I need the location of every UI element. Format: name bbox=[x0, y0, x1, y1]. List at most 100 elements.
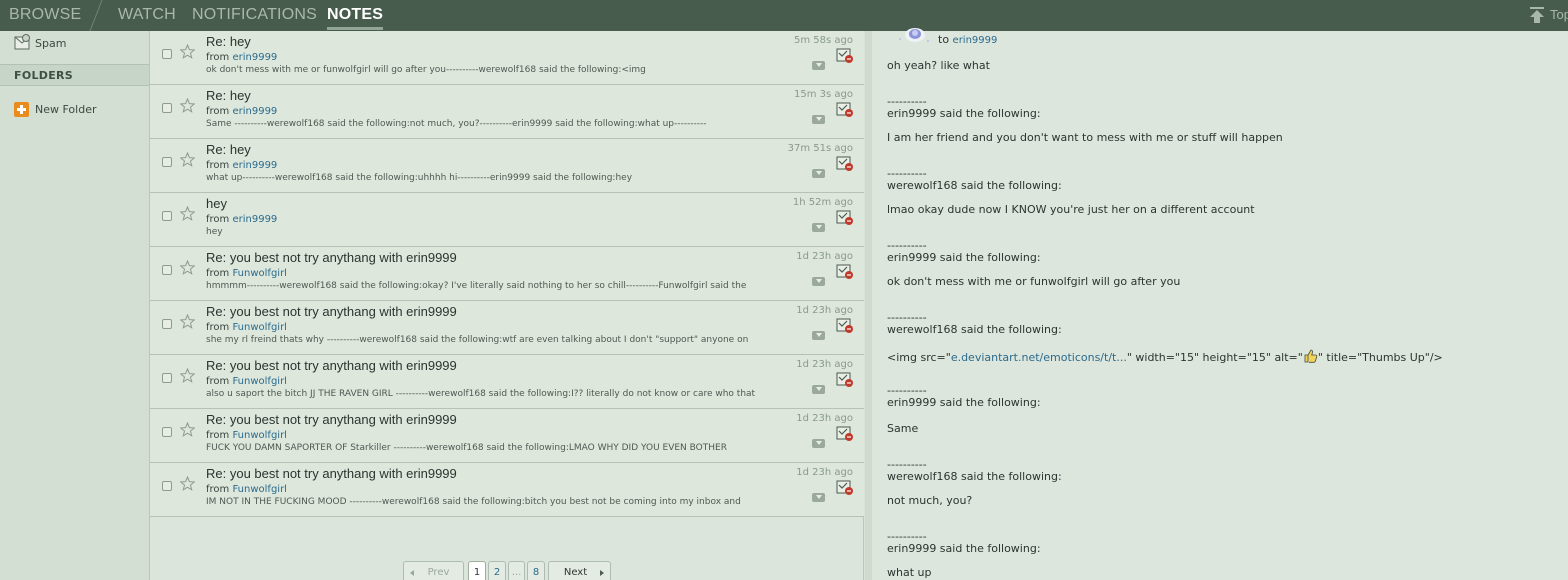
sender-link[interactable]: Funwolfgirl bbox=[232, 430, 287, 441]
message-row[interactable]: Re: hey from erin9999 ok don't mess with m… bbox=[150, 31, 864, 85]
message-subject[interactable]: Re: you best not try anythang with erin9… bbox=[206, 304, 457, 319]
arrow-up-icon bbox=[1530, 7, 1544, 23]
star-icon[interactable] bbox=[179, 259, 196, 275]
sender-link[interactable]: erin9999 bbox=[232, 160, 277, 171]
select-checkbox[interactable] bbox=[162, 49, 172, 59]
mark-read-icon[interactable] bbox=[836, 317, 854, 334]
message-sender: from Funwolfgirl bbox=[206, 322, 287, 333]
message-row[interactable]: Re: you best not try anythang with erin9… bbox=[150, 247, 864, 301]
sender-link[interactable]: Funwolfgirl bbox=[232, 268, 287, 279]
sidebar-item-label: Spam bbox=[35, 37, 67, 50]
download-icon[interactable] bbox=[812, 115, 825, 124]
plus-icon bbox=[14, 102, 29, 117]
message-subject[interactable]: Re: hey bbox=[206, 88, 251, 103]
download-icon[interactable] bbox=[812, 223, 825, 232]
star-icon[interactable] bbox=[179, 151, 196, 167]
star-icon[interactable] bbox=[179, 313, 196, 329]
from-label: from bbox=[206, 322, 230, 333]
note-line: what up bbox=[887, 566, 932, 579]
star-icon[interactable] bbox=[179, 475, 196, 491]
from-label: from bbox=[206, 268, 230, 279]
star-icon[interactable] bbox=[179, 421, 196, 437]
chevron-left-icon bbox=[410, 570, 414, 576]
mark-read-icon[interactable] bbox=[836, 47, 854, 64]
note-line: not much, you? bbox=[887, 494, 973, 507]
note-view-pane: to erin9999 oh yeah? like what ----------… bbox=[865, 28, 1568, 580]
message-row[interactable]: Re: you best not try anythang with erin9… bbox=[150, 355, 864, 409]
message-subject[interactable]: Re: hey bbox=[206, 34, 251, 49]
select-checkbox[interactable] bbox=[162, 265, 172, 275]
note-line: erin9999 said the following: bbox=[887, 542, 1041, 555]
message-row[interactable]: hey from erin9999 hey 1h 52m ago bbox=[150, 193, 864, 247]
select-checkbox[interactable] bbox=[162, 373, 172, 383]
note-recipient: to erin9999 bbox=[938, 33, 997, 46]
message-subject[interactable]: Re: hey bbox=[206, 142, 251, 157]
chevron-right-icon bbox=[600, 570, 604, 576]
emoticon-link[interactable]: e.deviantart.net/emoticons/t/t... bbox=[951, 351, 1127, 364]
next-page-button[interactable]: Next bbox=[548, 561, 611, 580]
message-row[interactable]: Re: you best not try anythang with erin9… bbox=[150, 301, 864, 355]
download-icon[interactable] bbox=[812, 439, 825, 448]
mark-read-icon[interactable] bbox=[836, 371, 854, 388]
message-subject[interactable]: Re: you best not try anythang with erin9… bbox=[206, 412, 457, 427]
message-timestamp: 1d 23h ago bbox=[796, 413, 853, 424]
message-preview: FUCK YOU DAMN SAPORTER OF Starkiller ---… bbox=[206, 443, 727, 453]
message-subject[interactable]: Re: you best not try anythang with erin9… bbox=[206, 358, 457, 373]
note-line: Same bbox=[887, 422, 919, 435]
download-icon[interactable] bbox=[812, 169, 825, 178]
star-icon[interactable] bbox=[179, 43, 196, 59]
mark-read-icon[interactable] bbox=[836, 479, 854, 496]
star-icon[interactable] bbox=[179, 367, 196, 383]
message-row[interactable]: Re: hey from erin9999 what up----------wer… bbox=[150, 139, 864, 193]
page-link[interactable]: 8 bbox=[527, 561, 545, 580]
message-preview: hmmmm----------werewolf168 said the foll… bbox=[206, 281, 747, 291]
select-checkbox[interactable] bbox=[162, 157, 172, 167]
download-icon[interactable] bbox=[812, 385, 825, 394]
message-sender: from erin9999 bbox=[206, 52, 277, 63]
code-fragment: <img src=" bbox=[887, 351, 951, 364]
select-checkbox[interactable] bbox=[162, 319, 172, 329]
sender-link[interactable]: Funwolfgirl bbox=[232, 484, 287, 495]
sender-link[interactable]: Funwolfgirl bbox=[232, 376, 287, 387]
mark-read-icon[interactable] bbox=[836, 263, 854, 280]
recipient-link[interactable]: erin9999 bbox=[953, 35, 998, 46]
message-subject[interactable]: hey bbox=[206, 196, 227, 211]
message-timestamp: 5m 58s ago bbox=[794, 35, 853, 46]
sender-link[interactable]: erin9999 bbox=[232, 106, 277, 117]
new-folder-label: New Folder bbox=[35, 103, 97, 116]
tab-notes[interactable]: NOTES bbox=[327, 0, 384, 31]
select-checkbox[interactable] bbox=[162, 481, 172, 491]
sender-link[interactable]: erin9999 bbox=[232, 52, 277, 63]
download-icon[interactable] bbox=[812, 61, 825, 70]
mark-read-icon[interactable] bbox=[836, 425, 854, 442]
tab-watch[interactable]: WATCH bbox=[118, 0, 176, 31]
page-link[interactable]: 1 bbox=[468, 561, 486, 580]
mark-read-icon[interactable] bbox=[836, 209, 854, 226]
message-subject[interactable]: Re: you best not try anythang with erin9… bbox=[206, 466, 457, 481]
message-timestamp: 1d 23h ago bbox=[796, 305, 853, 316]
download-icon[interactable] bbox=[812, 331, 825, 340]
star-icon[interactable] bbox=[179, 97, 196, 113]
star-icon[interactable] bbox=[179, 205, 196, 221]
page-link[interactable]: 2 bbox=[488, 561, 506, 580]
message-subject[interactable]: Re: you best not try anythang with erin9… bbox=[206, 250, 457, 265]
download-icon[interactable] bbox=[812, 277, 825, 286]
select-checkbox[interactable] bbox=[162, 211, 172, 221]
message-preview: hey bbox=[206, 227, 223, 237]
prev-page-button[interactable]: Prev bbox=[403, 561, 464, 580]
mark-read-icon[interactable] bbox=[836, 155, 854, 172]
message-row[interactable]: Re: you best not try anythang with erin9… bbox=[150, 463, 864, 517]
sender-link[interactable]: Funwolfgirl bbox=[232, 322, 287, 333]
note-line: I am her friend and you don't want to me… bbox=[887, 131, 1283, 144]
sender-link[interactable]: erin9999 bbox=[232, 214, 277, 225]
message-row[interactable]: Re: hey from erin9999 Same ----------werew… bbox=[150, 85, 864, 139]
message-row[interactable]: Re: you best not try anythang with erin9… bbox=[150, 409, 864, 463]
select-checkbox[interactable] bbox=[162, 103, 172, 113]
select-checkbox[interactable] bbox=[162, 427, 172, 437]
message-timestamp: 1d 23h ago bbox=[796, 359, 853, 370]
tab-notifications[interactable]: NOTIFICATIONS bbox=[192, 0, 317, 31]
message-list: Re: hey from erin9999 ok don't mess with m… bbox=[150, 31, 864, 580]
download-icon[interactable] bbox=[812, 493, 825, 502]
tab-browse[interactable]: BROWSE bbox=[9, 0, 81, 31]
mark-read-icon[interactable] bbox=[836, 101, 854, 118]
